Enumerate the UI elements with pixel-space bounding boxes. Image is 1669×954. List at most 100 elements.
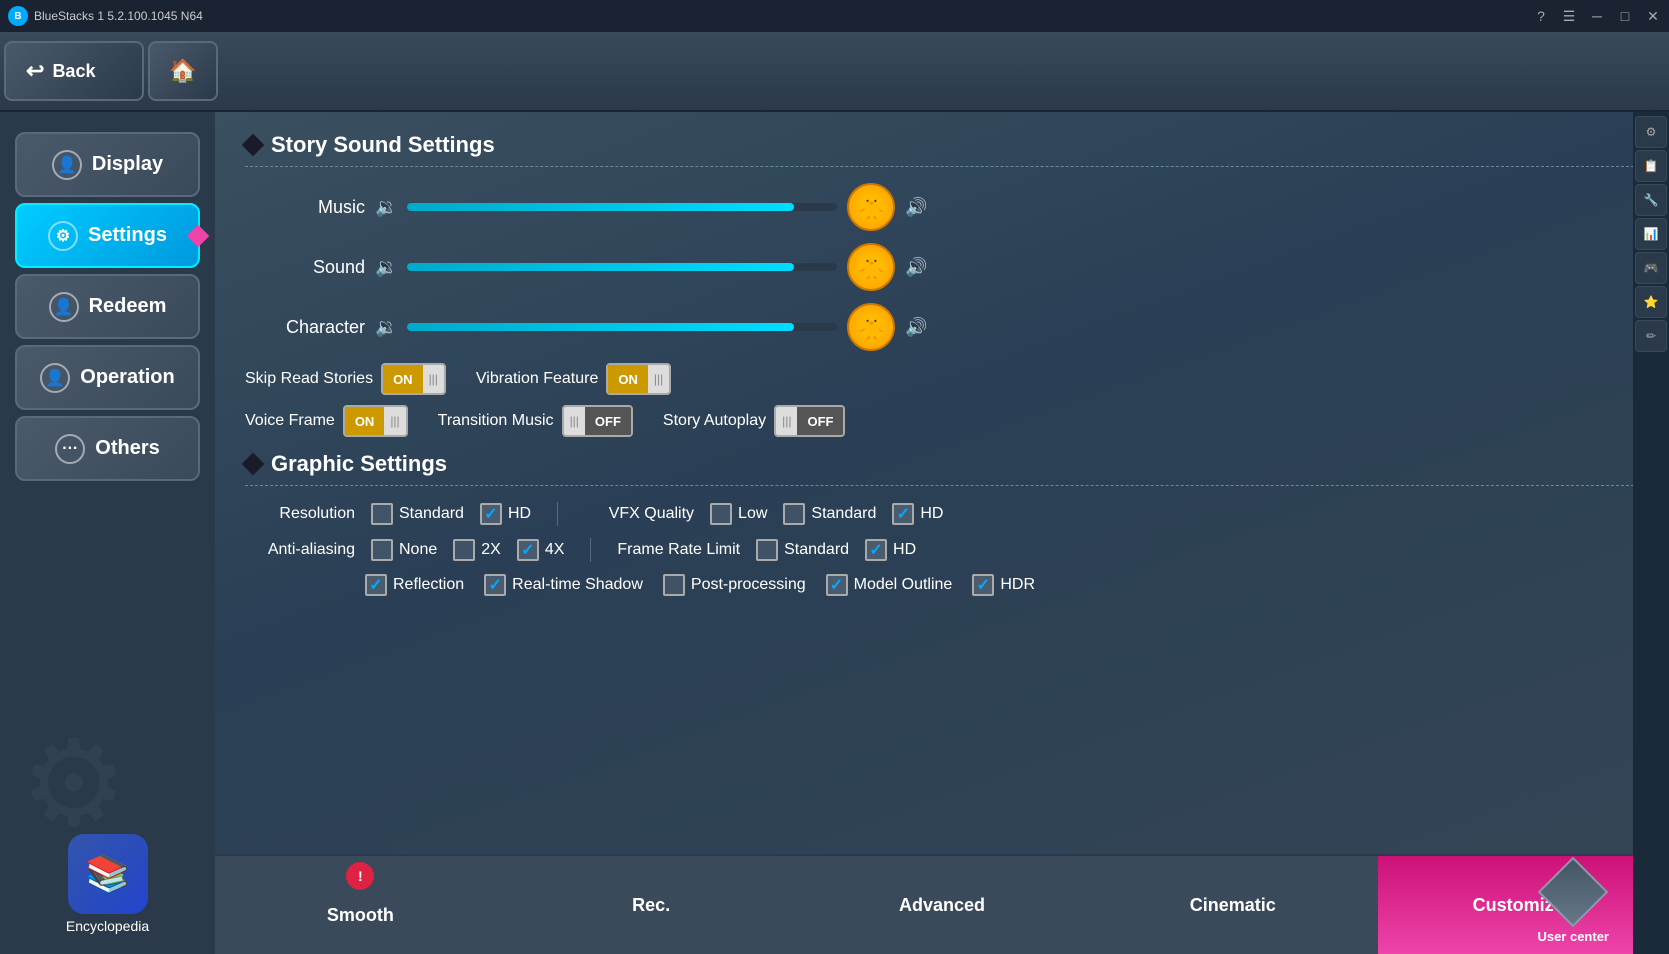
aa-4x-checkbox[interactable] — [517, 539, 539, 561]
back-label: Back — [52, 61, 95, 82]
vfx-quality-label: VFX Quality — [584, 505, 694, 523]
anti-aliasing-row: Anti-aliasing None 2X 4X Frame Rate Limi… — [245, 538, 1639, 562]
frl-hd-group: HD — [865, 539, 916, 561]
resolution-standard-group: Standard — [371, 503, 464, 525]
bottom-tabs: ! Smooth Rec. Advanced Cinematic Customi… — [215, 854, 1669, 954]
sidebar-nav: 👤 Display ⚙ Settings 👤 Redeem 👤 Operatio… — [0, 112, 215, 854]
music-vol-up-icon[interactable]: 🔊 — [905, 197, 927, 218]
toggle-row-2: Voice Frame ON ||| Transition Music ||| … — [245, 405, 1639, 437]
menu-icon[interactable]: ☰ — [1561, 8, 1577, 24]
tab-smooth[interactable]: ! Smooth — [215, 854, 506, 954]
vfx-standard-checkbox[interactable] — [783, 503, 805, 525]
sidebar-item-display[interactable]: 👤 Display — [15, 132, 200, 197]
help-icon[interactable]: ? — [1533, 8, 1549, 24]
vibration-feature-toggle[interactable]: Vibration Feature ON ||| — [476, 363, 671, 395]
rs-icon-3[interactable]: 🔧 — [1635, 184, 1667, 216]
home-button[interactable]: 🏠 — [148, 41, 218, 101]
skip-read-stories-label: Skip Read Stories — [245, 370, 373, 388]
music-slider[interactable] — [407, 203, 837, 211]
character-slider-fill — [407, 323, 794, 331]
encyclopedia-widget[interactable]: 📚 Encyclopedia — [0, 834, 215, 934]
music-slider-fill — [407, 203, 794, 211]
aa-none-checkbox[interactable] — [371, 539, 393, 561]
reflection-checkbox[interactable] — [365, 574, 387, 596]
sidebar-item-others[interactable]: ··· Others — [15, 416, 200, 481]
maximize-icon[interactable]: □ — [1617, 8, 1633, 24]
back-button[interactable]: ↩ Back — [4, 41, 144, 101]
aa-2x-checkbox[interactable] — [453, 539, 475, 561]
transition-music-toggle[interactable]: Transition Music ||| OFF — [438, 405, 633, 437]
minimize-icon[interactable]: ─ — [1589, 8, 1605, 24]
hdr-checkbox[interactable] — [972, 574, 994, 596]
story-sound-header: Story Sound Settings — [245, 132, 1639, 158]
tab-customized[interactable]: Customized — [1378, 854, 1669, 954]
vibration-feature-on[interactable]: ON — [608, 365, 648, 393]
back-arrow-icon: ↩ — [26, 58, 44, 84]
sound-vol-up-icon[interactable]: 🔊 — [905, 257, 927, 278]
vibration-feature-label: Vibration Feature — [476, 370, 598, 388]
rs-icon-6[interactable]: ⭐ — [1635, 286, 1667, 318]
resolution-standard-checkbox[interactable] — [371, 503, 393, 525]
resolution-row: Resolution Standard HD VFX Quality Low S… — [245, 502, 1639, 526]
tab-rec[interactable]: Rec. — [506, 854, 797, 954]
close-icon[interactable]: ✕ — [1645, 8, 1661, 24]
voice-frame-toggle[interactable]: Voice Frame ON ||| — [245, 405, 408, 437]
titlebar-text: BlueStacks 1 5.2.100.1045 N64 — [34, 9, 203, 23]
story-autoplay-switch[interactable]: ||| OFF — [774, 405, 845, 437]
transition-music-off[interactable]: OFF — [585, 407, 631, 435]
user-center-widget[interactable]: User center — [1537, 867, 1609, 944]
sidebar-item-redeem[interactable]: 👤 Redeem — [15, 274, 200, 339]
model-outline-checkbox[interactable] — [826, 574, 848, 596]
voice-frame-lines: ||| — [384, 407, 405, 435]
redeem-label: Redeem — [89, 295, 167, 318]
music-duck-icon: 🐥 — [847, 183, 895, 231]
vibration-feature-switch[interactable]: ON ||| — [606, 363, 671, 395]
char-vol-down-icon[interactable]: 🔉 — [375, 317, 397, 338]
display-icon: 👤 — [52, 150, 82, 180]
realtime-shadow-group: Real-time Shadow — [484, 574, 643, 596]
skip-read-stories-toggle[interactable]: Skip Read Stories ON ||| — [245, 363, 446, 395]
operation-icon: 👤 — [40, 363, 70, 393]
frl-hd-checkbox[interactable] — [865, 539, 887, 561]
skip-read-stories-on[interactable]: ON — [383, 365, 423, 393]
char-vol-up-icon[interactable]: 🔊 — [905, 317, 927, 338]
resolution-separator — [557, 502, 558, 526]
vfx-hd-label: HD — [920, 505, 943, 523]
character-slider[interactable] — [407, 323, 837, 331]
post-processing-checkbox[interactable] — [663, 574, 685, 596]
story-autoplay-toggle[interactable]: Story Autoplay ||| OFF — [663, 405, 846, 437]
hdr-group: HDR — [972, 574, 1035, 596]
aa-4x-label: 4X — [545, 541, 565, 559]
frl-standard-checkbox[interactable] — [756, 539, 778, 561]
resolution-hd-checkbox[interactable] — [480, 503, 502, 525]
active-indicator — [187, 224, 210, 247]
rs-icon-4[interactable]: 📊 — [1635, 218, 1667, 250]
voice-frame-switch[interactable]: ON ||| — [343, 405, 408, 437]
realtime-shadow-checkbox[interactable] — [484, 574, 506, 596]
resolution-standard-label: Standard — [399, 505, 464, 523]
rs-icon-7[interactable]: ✏ — [1635, 320, 1667, 352]
sound-row: Sound 🔉 🐥 🔊 — [245, 243, 1639, 291]
toggle-row-1: Skip Read Stories ON ||| Vibration Featu… — [245, 363, 1639, 395]
rs-icon-2[interactable]: 📋 — [1635, 150, 1667, 182]
sidebar-item-settings[interactable]: ⚙ Settings — [15, 203, 200, 268]
graphic-settings-title: Graphic Settings — [271, 451, 447, 477]
vfx-low-checkbox[interactable] — [710, 503, 732, 525]
sound-slider[interactable] — [407, 263, 837, 271]
rs-icon-1[interactable]: ⚙ — [1635, 116, 1667, 148]
transition-music-switch[interactable]: ||| OFF — [562, 405, 633, 437]
vfx-low-group: Low — [710, 503, 767, 525]
vfx-hd-checkbox[interactable] — [892, 503, 914, 525]
window-controls: ? ☰ ─ □ ✕ — [1533, 8, 1661, 24]
app-icon: B — [8, 6, 28, 26]
aa-2x-label: 2X — [481, 541, 501, 559]
story-autoplay-off[interactable]: OFF — [797, 407, 843, 435]
rs-icon-5[interactable]: 🎮 — [1635, 252, 1667, 284]
tab-advanced[interactable]: Advanced — [797, 854, 1088, 954]
music-vol-down-icon[interactable]: 🔉 — [375, 197, 397, 218]
skip-read-stories-switch[interactable]: ON ||| — [381, 363, 446, 395]
tab-cinematic[interactable]: Cinematic — [1087, 854, 1378, 954]
sound-vol-down-icon[interactable]: 🔉 — [375, 257, 397, 278]
voice-frame-on[interactable]: ON — [345, 407, 385, 435]
sidebar-item-operation[interactable]: 👤 Operation — [15, 345, 200, 410]
